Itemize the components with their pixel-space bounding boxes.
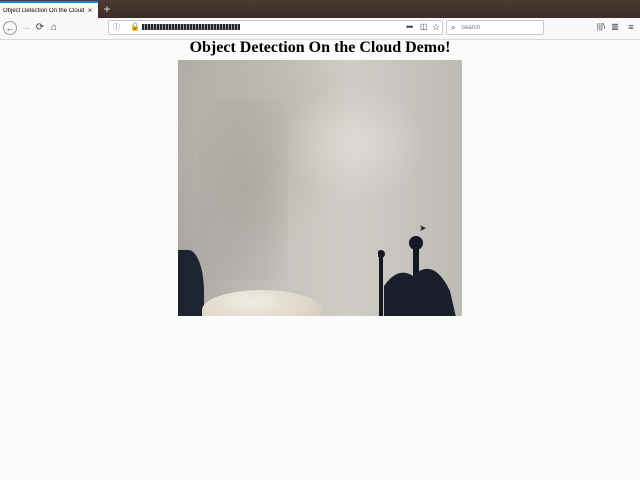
search-icon: ⌕ — [451, 23, 456, 32]
page-content: Object Detection On the Cloud Demo! ➤ — [0, 39, 640, 480]
search-input[interactable] — [461, 21, 541, 34]
forward-icon[interactable]: → — [19, 21, 33, 35]
tab-active[interactable]: Object Detection On the Cloud Demo! × — [0, 1, 98, 18]
bookmark-star-icon[interactable]: ☆ — [432, 21, 440, 33]
back-icon[interactable]: ← — [3, 21, 17, 35]
reload-icon[interactable]: ⟳ — [33, 21, 47, 35]
blanket — [202, 290, 322, 316]
pocket-icon[interactable]: ◫ — [420, 21, 428, 33]
tab-title: Object Detection On the Cloud Demo! — [3, 7, 85, 14]
insecure-lock-icon[interactable]: 🔒 — [130, 21, 140, 33]
library-icon[interactable]: |||\ — [595, 21, 607, 33]
search-bar[interactable]: ⌕ — [446, 20, 544, 35]
tab-strip: Object Detection On the Cloud Demo! × + — [0, 0, 640, 18]
wall-shadow — [198, 100, 288, 280]
bedpost-silhouette — [378, 236, 456, 316]
page-title: Object Detection On the Cloud Demo! — [189, 39, 451, 56]
url-bar[interactable]: ⓘ 🔒 ••• ◫ ☆ — [108, 20, 443, 35]
page-actions-icon[interactable]: ••• — [406, 21, 414, 33]
navigation-toolbar: ← → ⟳ ⌂ ⓘ 🔒 ••• ◫ ☆ ⌕ |||\ ▥ ≡ — [0, 18, 640, 40]
home-icon[interactable]: ⌂ — [47, 21, 61, 35]
hamburger-menu-icon[interactable]: ≡ — [625, 21, 637, 33]
tab-close-icon[interactable]: × — [85, 6, 95, 16]
url-text-redacted[interactable] — [142, 24, 240, 30]
mouse-cursor-icon: ➤ — [419, 223, 427, 233]
camera-video-feed: ➤ — [178, 60, 462, 316]
new-tab-button[interactable]: + — [100, 1, 114, 17]
site-info-icon[interactable]: ⓘ — [113, 22, 123, 32]
sidebar-icon[interactable]: ▥ — [609, 21, 621, 33]
